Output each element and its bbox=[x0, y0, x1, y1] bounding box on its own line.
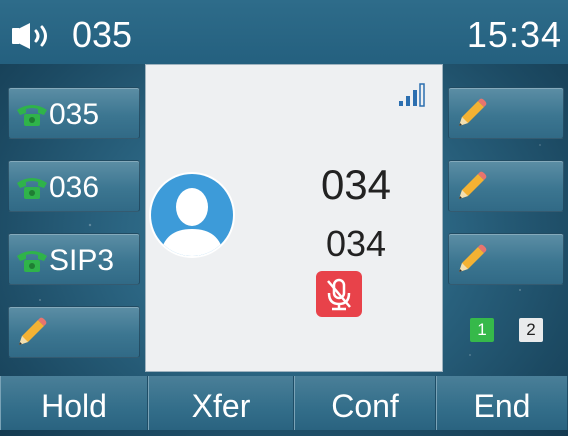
pencil-icon bbox=[19, 317, 47, 345]
account-indicator-2[interactable]: 2 bbox=[519, 318, 543, 342]
conference-softkey[interactable]: Conf bbox=[294, 376, 436, 430]
clock: 15:34 bbox=[466, 14, 562, 55]
speaker-volume-icon bbox=[12, 23, 47, 49]
microphone-muted-icon[interactable] bbox=[316, 271, 362, 317]
phone-icon bbox=[17, 178, 47, 199]
active-call-panel: 034 034 bbox=[145, 64, 443, 372]
phone-icon bbox=[17, 251, 47, 272]
line-key-7[interactable] bbox=[448, 233, 564, 285]
line-key-3[interactable]: SIP3 bbox=[8, 233, 140, 285]
line-key-label: 035 bbox=[49, 98, 100, 131]
line-key-4[interactable] bbox=[8, 306, 140, 358]
line-key-6[interactable] bbox=[448, 160, 564, 212]
caller-name: 034 bbox=[320, 161, 392, 208]
transfer-softkey[interactable]: Xfer bbox=[148, 376, 294, 430]
softkey-bar: Hold Xfer Conf End bbox=[0, 376, 568, 430]
line-key-1[interactable]: 035 bbox=[8, 87, 140, 139]
pencil-icon bbox=[459, 171, 487, 199]
hold-softkey[interactable]: Hold bbox=[0, 376, 148, 430]
status-bar: 035 15:34 bbox=[0, 0, 568, 64]
current-account-label: 035 bbox=[72, 14, 133, 55]
account-indicator-1[interactable]: 1 bbox=[470, 318, 494, 342]
line-key-5[interactable] bbox=[448, 87, 564, 139]
pencil-icon bbox=[459, 98, 487, 126]
phone-icon bbox=[17, 105, 47, 126]
end-call-softkey[interactable]: End bbox=[436, 376, 568, 430]
line-key-label: 036 bbox=[49, 171, 100, 204]
pencil-icon bbox=[459, 244, 487, 272]
signal-strength-icon bbox=[399, 83, 425, 107]
line-key-label: SIP3 bbox=[49, 244, 115, 277]
contact-avatar-icon bbox=[149, 172, 235, 258]
line-key-2[interactable]: 036 bbox=[8, 160, 140, 212]
caller-number: 034 bbox=[325, 223, 387, 264]
